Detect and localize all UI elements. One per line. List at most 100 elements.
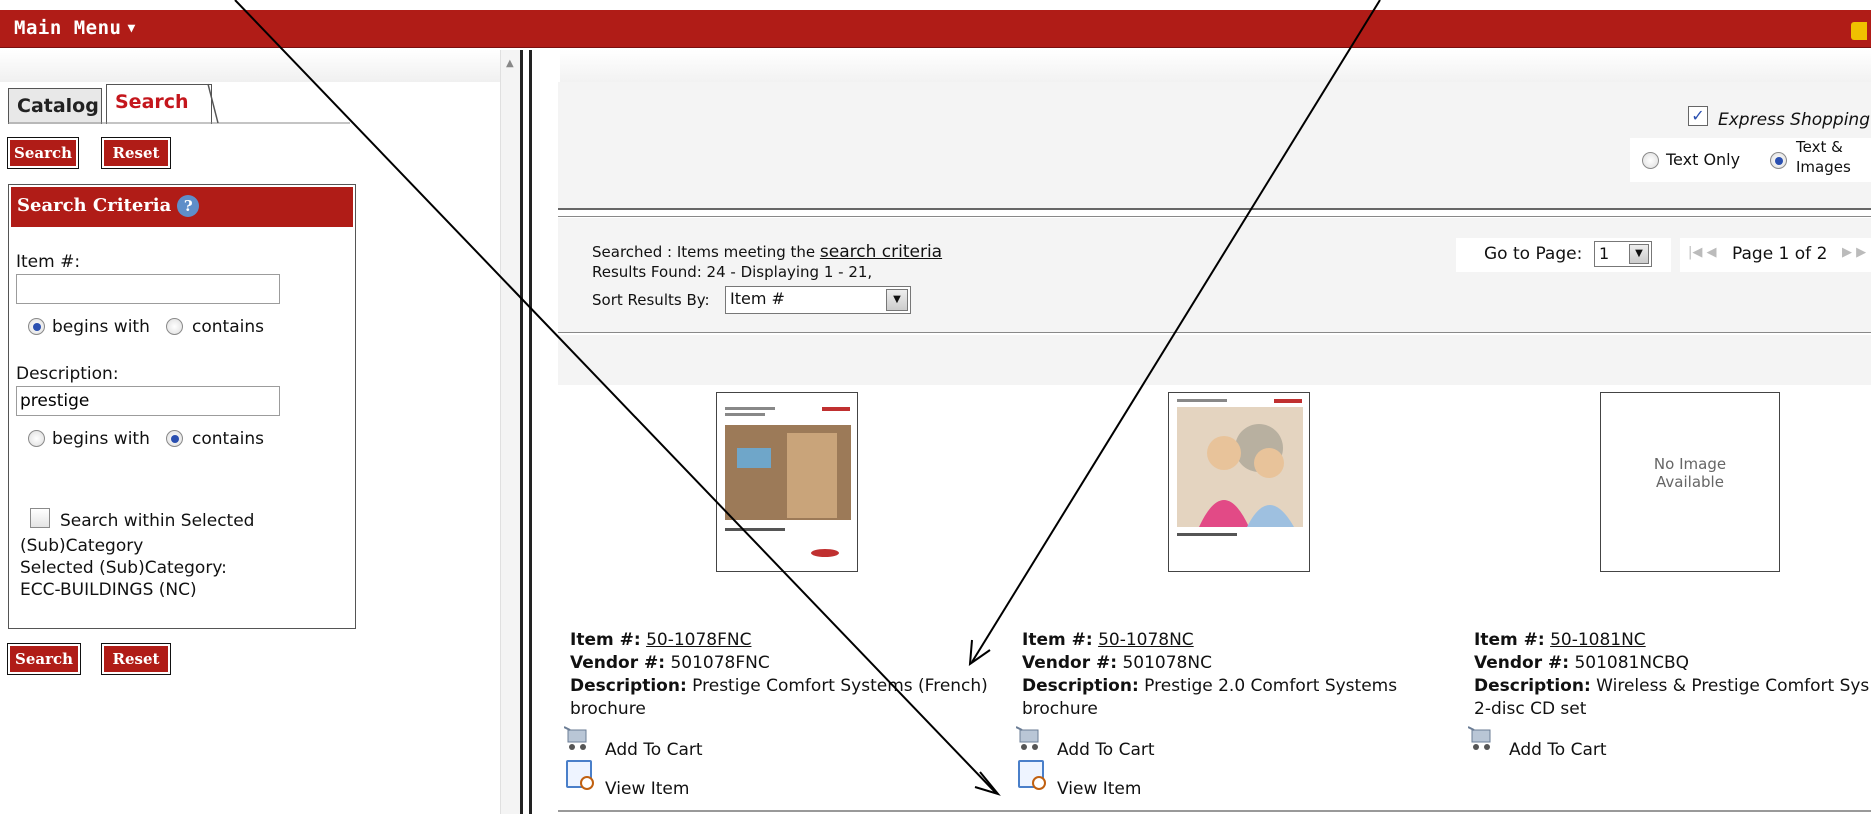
chevron-down-icon: ▼ [127,21,136,36]
selected-subcategory-value: ECC-BUILDINGS (NC) [20,580,197,600]
product-1-vendor-value: 501078FNC [670,653,770,673]
cart-icon[interactable] [564,722,592,752]
product-2-vendor-label: Vendor #: [1022,653,1118,673]
go-to-page-value: 1 [1599,244,1610,263]
left-panel-scrollbar[interactable]: ▲ [500,50,520,814]
search-criteria-title: Search Criteria [17,195,172,216]
express-shopping-label: Express Shopping [1718,110,1870,130]
product-2-vendor: Vendor #: 501078NC [1022,653,1212,673]
item-begins-with-radio[interactable] [28,318,45,335]
item-number-input[interactable] [16,274,280,304]
text-images-radio[interactable] [1770,152,1787,169]
product-3-desc-value: Wireless & Prestige Comfort Sys [1596,676,1870,696]
subcategory-label: (Sub)Category [20,536,144,556]
product-1-desc-label: Description: [570,676,687,696]
product-1-description: Description: Prestige Comfort Systems (F… [570,676,988,696]
item-contains-radio[interactable] [166,318,183,335]
desc-contains-radio[interactable] [166,430,183,447]
go-to-page-label: Go to Page: [1484,244,1583,264]
product-2-item: Item #: 50-1078NC [1022,630,1194,650]
panel-divider[interactable] [520,50,532,814]
text-images-label-1: Text & [1796,138,1843,156]
page-dropdown-arrow-icon[interactable]: ▼ [1629,244,1649,264]
product-1-desc-value: Prestige Comfort Systems (French) [692,676,988,696]
product-1-item-link[interactable]: 50-1078FNC [646,630,751,650]
product-1-add-to-cart[interactable]: Add To Cart [605,740,703,760]
product-3-desc-line2: 2-disc CD set [1474,699,1587,719]
sort-by-select[interactable]: Item # ▼ [725,286,911,314]
description-label: Description: [16,364,119,384]
search-within-checkbox[interactable] [30,508,50,528]
product-1-item: Item #: 50-1078FNC [570,630,751,650]
text-images-label-2: Images [1796,158,1851,176]
product-image-1[interactable] [716,392,858,572]
reset-button-top[interactable]: Reset [101,137,171,169]
product-3-item-label: Item #: [1474,630,1545,650]
product-3-description: Description: Wireless & Prestige Comfort… [1474,676,1871,696]
item-contains-label: contains [192,317,264,337]
view-item-icon[interactable] [566,760,594,790]
text-only-radio[interactable] [1642,152,1659,169]
next-page-icon[interactable]: ▶ ▶ [1842,245,1866,260]
brochure-french-image [717,393,857,571]
panel-separator [558,216,1871,217]
first-page-icon[interactable]: |◀ ◀ [1688,245,1717,260]
product-2-desc-line2: brochure [1022,699,1098,719]
product-2-item-link[interactable]: 50-1078NC [1098,630,1194,650]
results-found: Results Found: 24 - Displaying 1 - 21, [592,263,873,281]
searched-prefix: Searched : Items meeting the [592,243,820,261]
product-image-3-placeholder[interactable]: No Image Available [1600,392,1780,572]
product-2-desc-value: Prestige 2.0 Comfort Systems [1144,676,1398,696]
product-3-add-to-cart[interactable]: Add To Cart [1509,740,1607,760]
product-image-2[interactable] [1168,392,1310,572]
product-2-vendor-value: 501078NC [1122,653,1212,673]
sort-by-value: Item # [730,289,785,308]
product-1-desc-line2: brochure [570,699,646,719]
results-gray-band [558,335,1871,385]
product-3-vendor-label: Vendor #: [1474,653,1570,673]
results-bottom-divider [558,810,1871,812]
dropdown-arrow-icon[interactable]: ▼ [886,289,908,311]
search-button-bottom[interactable]: Search [7,643,81,675]
product-3-item-link[interactable]: 50-1081NC [1550,630,1646,650]
search-button-top[interactable]: Search [7,137,79,169]
item-begins-with-label: begins with [52,317,150,337]
product-3-vendor: Vendor #: 501081NCBQ [1474,653,1689,673]
desc-begins-with-radio[interactable] [28,430,45,447]
brochure-image [1169,393,1309,571]
product-1-vendor-label: Vendor #: [570,653,666,673]
search-within-label: Search within Selected [60,511,255,531]
main-menu-label: Main Menu [14,17,122,39]
product-3-item: Item #: 50-1081NC [1474,630,1646,650]
sort-by-label: Sort Results By: [592,291,710,309]
left-panel-header-shade [0,50,500,82]
product-1-item-label: Item #: [570,630,641,650]
display-options: Text Only Text & Images [1630,138,1871,182]
main-menu-button[interactable]: Main Menu ▼ [14,17,136,39]
searched-text: Searched : Items meeting the search crit… [592,242,942,262]
pager: |◀ ◀ Page 1 of 2 ▶ ▶ [1680,238,1871,272]
no-image-line-1: No Image [1653,455,1727,473]
product-2-description: Description: Prestige 2.0 Comfort System… [1022,676,1397,696]
product-3-vendor-value: 501081NCBQ [1574,653,1689,673]
corner-icon[interactable] [1851,22,1867,40]
product-1-view-item[interactable]: View Item [605,779,689,799]
scroll-up-icon[interactable]: ▲ [506,58,514,69]
go-to-page-select[interactable]: 1 ▼ [1594,241,1652,267]
express-shopping-box: ✓ Express Shopping Text Only Text & Imag… [1630,100,1871,182]
product-2-view-item[interactable]: View Item [1057,779,1141,799]
help-icon[interactable]: ? [177,195,200,217]
page-info: Page 1 of 2 [1732,244,1828,264]
product-2-item-label: Item #: [1022,630,1093,650]
description-input[interactable] [16,386,280,416]
reset-button-bottom[interactable]: Reset [101,643,171,675]
view-item-icon[interactable] [1018,760,1046,790]
express-shopping-checkbox[interactable]: ✓ [1688,106,1708,126]
search-criteria-link[interactable]: search criteria [820,242,942,262]
cart-icon[interactable] [1468,722,1496,752]
cart-icon[interactable] [1016,722,1044,752]
product-3-desc-label: Description: [1474,676,1591,696]
product-2-add-to-cart[interactable]: Add To Cart [1057,740,1155,760]
desc-contains-label: contains [192,429,264,449]
go-to-page-box: Go to Page: 1 ▼ [1456,238,1671,272]
